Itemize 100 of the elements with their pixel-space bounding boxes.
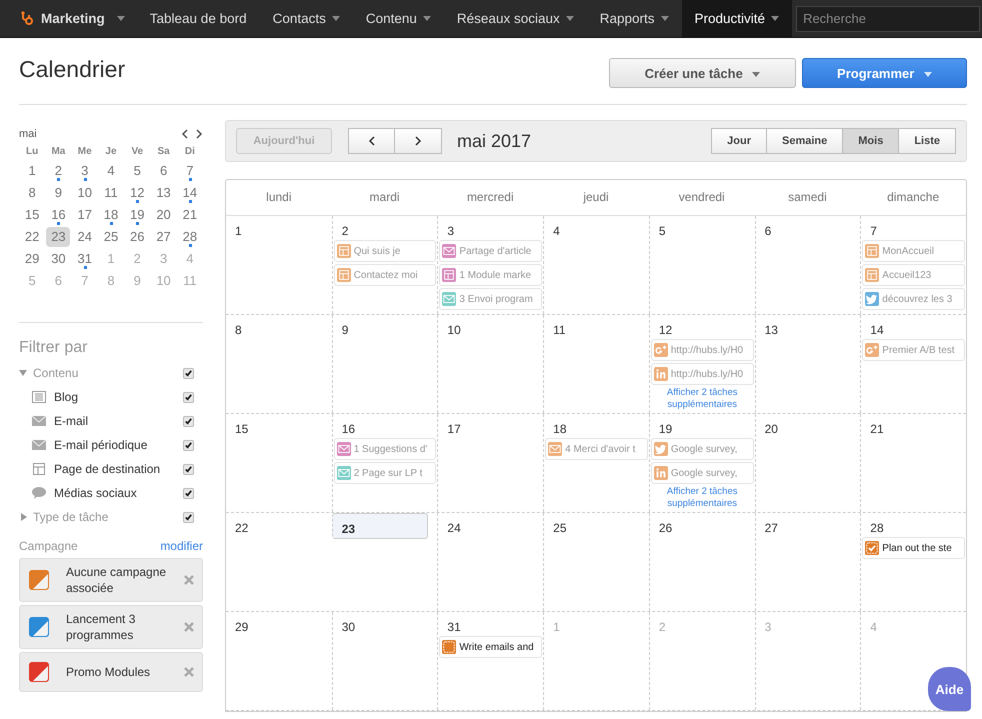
calendar-event[interactable]: Google survey,: [650, 462, 754, 484]
calendar-event[interactable]: 1 Suggestions d': [334, 438, 436, 460]
checkbox[interactable]: [183, 368, 194, 378]
view-tab[interactable]: Semaine: [767, 128, 844, 154]
view-tab[interactable]: Mois: [843, 128, 900, 154]
day-cell[interactable]: 10: [437, 315, 544, 413]
nav-menu-item[interactable]: Contenu: [352, 0, 444, 37]
mini-calendar-day[interactable]: 20: [152, 205, 176, 225]
mini-calendar-day[interactable]: 11: [98, 183, 123, 203]
day-cell[interactable]: 4: [543, 216, 649, 314]
mini-calendar-day[interactable]: 28: [178, 227, 202, 247]
mini-calendar-day[interactable]: 14: [178, 183, 202, 203]
day-cell[interactable]: 17: [437, 414, 544, 512]
day-cell[interactable]: 11: [543, 315, 649, 413]
brand-menu[interactable]: Marketing: [41, 11, 105, 26]
mini-calendar-day[interactable]: 1: [98, 249, 123, 269]
mini-calendar-day[interactable]: 18: [98, 205, 123, 225]
calendar-event[interactable]: 3 Envoi program: [439, 288, 542, 310]
dropdown-button[interactable]: Programmer: [802, 58, 967, 88]
calendar-event[interactable]: http://hubs.ly/H0: [650, 339, 754, 361]
day-cell[interactable]: 21: [860, 414, 966, 512]
day-cell[interactable]: 2: [648, 612, 755, 710]
day-cell[interactable]: 13: [754, 315, 860, 413]
day-cell[interactable]: 25: [543, 513, 649, 611]
filter-group-label[interactable]: Type de tâche: [33, 510, 183, 524]
mini-calendar-day[interactable]: 22: [20, 227, 44, 247]
mini-calendar-day[interactable]: 9: [125, 271, 150, 291]
mini-calendar-day[interactable]: 11: [178, 271, 202, 291]
day-cell[interactable]: 7 MonAccueil Accueil123 découvrez les 3: [860, 216, 966, 314]
day-cell[interactable]: 1: [543, 612, 649, 710]
mini-calendar-day[interactable]: 30: [46, 249, 70, 269]
calendar-event[interactable]: Plan out the ste: [862, 537, 965, 559]
nav-menu-item[interactable]: Réseaux sociaux: [444, 0, 587, 37]
mini-calendar-day[interactable]: 25: [98, 227, 123, 247]
nav-menu-item[interactable]: Rapports: [586, 0, 682, 37]
calendar-event[interactable]: 4 Merci d'avoir t: [545, 438, 648, 460]
mini-calendar-day[interactable]: 6: [152, 161, 176, 181]
calendar-event[interactable]: Partage d'article: [439, 240, 542, 262]
campaign-card[interactable]: Aucune campagne associée: [19, 558, 203, 602]
calendar-event[interactable]: 2 Page sur LP t: [334, 462, 436, 484]
edit-link[interactable]: modifier: [160, 539, 203, 553]
mini-calendar-day[interactable]: 4: [178, 249, 202, 269]
day-cell[interactable]: 9: [332, 315, 438, 413]
dropdown-button[interactable]: Créer une tâche: [609, 58, 796, 88]
calendar-event[interactable]: Write emails and: [439, 636, 542, 658]
checkbox[interactable]: [183, 392, 194, 402]
day-cell[interactable]: 12 http://hubs.ly/H0 http://hubs.ly/H0 Afficher 2 tâches supplémentaires: [648, 315, 755, 413]
mini-calendar-day[interactable]: 1: [20, 161, 44, 181]
mini-calendar-day[interactable]: 12: [125, 183, 150, 203]
mini-calendar-day[interactable]: 5: [125, 161, 150, 181]
day-cell[interactable]: 2 Qui suis je Contactez moi: [332, 216, 438, 314]
filter-group-label[interactable]: Contenu: [33, 366, 183, 380]
mini-calendar-day[interactable]: 7: [178, 161, 202, 181]
day-cell[interactable]: 27: [754, 513, 860, 611]
campaign-card[interactable]: Lancement 3 programmes: [19, 605, 203, 649]
day-cell[interactable]: 8: [226, 315, 332, 413]
mini-calendar-day[interactable]: 10: [152, 271, 176, 291]
calendar-event[interactable]: Qui suis je: [334, 240, 436, 262]
nav-menu-item[interactable]: Productivité: [682, 0, 792, 37]
mini-calendar-day[interactable]: 23: [46, 227, 70, 247]
filter-option-label[interactable]: Médias sociaux: [54, 486, 183, 500]
mini-calendar-day[interactable]: 9: [46, 183, 70, 203]
day-cell[interactable]: 18 4 Merci d'avoir t: [543, 414, 649, 512]
mini-calendar-day[interactable]: 16: [46, 205, 70, 225]
day-cell[interactable]: 5: [648, 216, 755, 314]
mini-calendar-day[interactable]: 5: [20, 271, 44, 291]
calendar-event[interactable]: Contactez moi: [334, 264, 436, 286]
day-cell[interactable]: 22: [226, 513, 332, 611]
calendar-event[interactable]: découvrez les 3: [862, 288, 965, 310]
checkbox[interactable]: [183, 440, 194, 450]
day-cell[interactable]: 15: [226, 414, 332, 512]
help-button[interactable]: Aide: [928, 667, 971, 711]
nav-menu-item[interactable]: Tableau de bord: [136, 0, 260, 37]
mini-calendar-day[interactable]: 29: [20, 249, 44, 269]
day-cell[interactable]: 23: [332, 513, 428, 539]
day-cell[interactable]: 1: [226, 216, 332, 314]
day-cell[interactable]: 29: [226, 612, 332, 710]
expand-arrow-icon[interactable]: [21, 513, 27, 521]
mini-calendar-day[interactable]: 31: [72, 249, 97, 269]
mini-calendar-day[interactable]: 2: [125, 249, 150, 269]
day-cell[interactable]: 14 Premier A/B test: [860, 315, 966, 413]
day-cell[interactable]: 3: [754, 612, 860, 710]
day-cell[interactable]: 31 Write emails and: [437, 612, 544, 710]
mini-calendar-day[interactable]: 21: [178, 205, 202, 225]
day-cell[interactable]: 16 1 Suggestions d' 2 Page sur LP t: [332, 414, 438, 512]
filter-option-label[interactable]: Blog: [54, 390, 183, 404]
calendar-event[interactable]: Premier A/B test: [862, 339, 965, 361]
checkbox[interactable]: [183, 488, 194, 498]
calendar-event[interactable]: Google survey,: [650, 438, 754, 460]
mini-calendar-day[interactable]: 8: [20, 183, 44, 203]
view-tab[interactable]: Jour: [711, 128, 767, 154]
mini-calendar-day[interactable]: 13: [152, 183, 176, 203]
filter-option-label[interactable]: Page de destination: [54, 462, 183, 476]
mini-calendar-day[interactable]: 10: [72, 183, 97, 203]
calendar-event[interactable]: MonAccueil: [862, 240, 965, 262]
day-cell[interactable]: 3 Partage d'article 1 Module marke 3 Envoi program: [437, 216, 544, 314]
previous-month-icon[interactable]: [181, 129, 189, 139]
checkbox[interactable]: [183, 464, 194, 474]
next-month-icon[interactable]: [195, 129, 203, 139]
mini-calendar-day[interactable]: 4: [98, 161, 123, 181]
